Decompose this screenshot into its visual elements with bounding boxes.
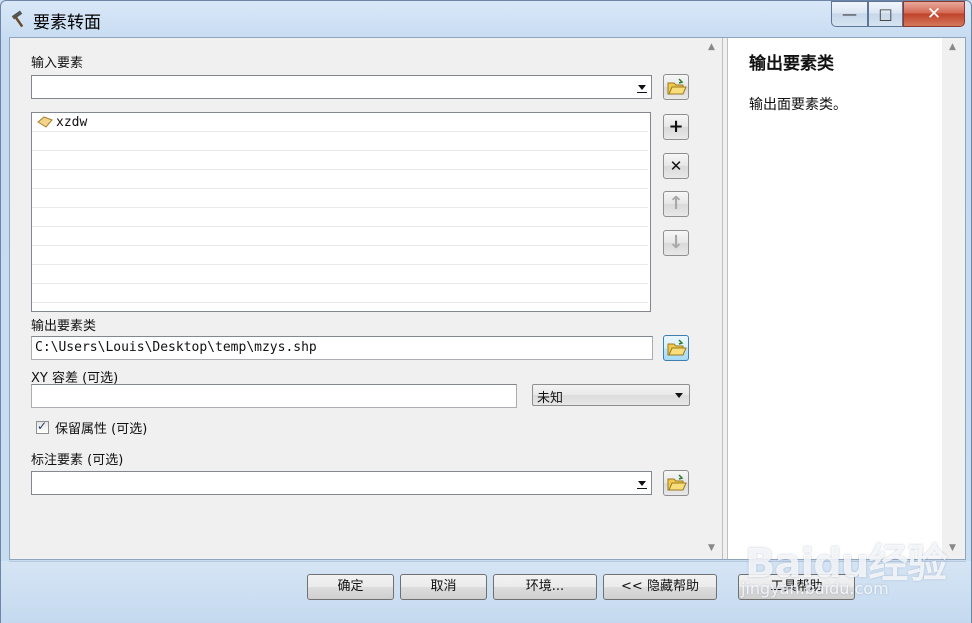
input-features-list[interactable]: xzdw: [31, 112, 651, 312]
chevron-down-icon[interactable]: [633, 472, 651, 494]
parameters-scrollbar[interactable]: ▲ ▼: [704, 38, 721, 559]
chevron-down-icon: [675, 393, 683, 398]
list-item[interactable]: [32, 246, 648, 265]
preserve-attributes-checkbox[interactable]: ✓: [36, 419, 49, 434]
label-features-label: 标注要素 (可选): [31, 453, 124, 468]
dialog-client-area: 输入要素 xzdw + ✕ ↑ ↓ 输出要素类 C:\Users\Louis\D…: [9, 37, 966, 560]
hammer-icon: [11, 10, 24, 28]
help-title: 输出要素类: [749, 54, 834, 74]
list-item-label: xzdw: [56, 115, 88, 130]
scroll-up-icon[interactable]: ▲: [949, 42, 956, 52]
watermark: Baidu经验 jingyan.baidu.com: [741, 513, 971, 613]
list-item[interactable]: [32, 189, 648, 208]
list-item[interactable]: [32, 265, 648, 284]
xy-unit-value: 未知: [537, 391, 564, 406]
list-item[interactable]: [32, 170, 648, 189]
move-up-button[interactable]: ↑: [663, 191, 689, 217]
list-item[interactable]: xzdw: [32, 113, 648, 132]
open-folder-icon: [667, 474, 687, 491]
list-item[interactable]: [32, 132, 648, 151]
scroll-up-icon[interactable]: ▲: [708, 42, 715, 52]
help-scrollbar[interactable]: ▲ ▼: [942, 38, 965, 559]
cancel-button[interactable]: 取消: [400, 574, 487, 600]
minimize-button[interactable]: —: [831, 1, 868, 27]
list-item[interactable]: [32, 208, 648, 227]
open-folder-icon: [667, 78, 687, 95]
output-features-field[interactable]: C:\Users\Louis\Desktop\temp\mzys.shp: [31, 336, 653, 360]
label-features-combo[interactable]: [31, 471, 652, 495]
watermark-url: jingyan.baidu.com: [741, 579, 889, 598]
plus-icon: +: [668, 116, 684, 137]
move-down-button[interactable]: ↓: [663, 230, 689, 256]
browse-input-button[interactable]: [663, 74, 689, 100]
list-item[interactable]: [32, 227, 648, 246]
checkmark-icon: ✓: [37, 419, 48, 433]
add-button[interactable]: +: [663, 114, 689, 140]
open-folder-icon: [667, 339, 687, 356]
parameters-panel: 输入要素 xzdw + ✕ ↑ ↓ 输出要素类 C:\Users\Louis\D…: [10, 38, 722, 559]
minimize-icon: —: [842, 5, 857, 23]
browse-output-button[interactable]: [663, 335, 689, 361]
window-title: 要素转面: [33, 13, 101, 33]
hide-help-button[interactable]: << 隐藏帮助: [603, 574, 717, 600]
input-features-label: 输入要素: [31, 56, 84, 71]
xy-tolerance-unit-select[interactable]: 未知: [532, 384, 690, 406]
environments-button[interactable]: 环境...: [493, 574, 597, 600]
close-icon: ✕: [926, 4, 942, 24]
help-description: 输出面要素类。: [749, 97, 847, 113]
scroll-down-icon[interactable]: ▼: [708, 543, 715, 553]
maximize-button[interactable]: □: [868, 1, 903, 27]
tool-dialog-window: 要素转面 — □ ✕ 输入要素 xzdw + ✕ ↑ ↓ 输出要素类 C:\Us…: [0, 0, 972, 623]
chevron-down-icon[interactable]: [633, 76, 651, 98]
ok-button[interactable]: 确定: [307, 574, 394, 600]
preserve-attributes-label: 保留属性 (可选): [55, 422, 148, 437]
close-button[interactable]: ✕: [903, 1, 965, 27]
remove-button[interactable]: ✕: [663, 153, 689, 179]
arrow-up-icon: ↑: [668, 193, 684, 214]
arrow-down-icon: ↓: [668, 232, 684, 253]
input-features-combo[interactable]: [31, 75, 652, 99]
maximize-icon: □: [878, 5, 893, 23]
list-item[interactable]: [32, 151, 648, 170]
help-panel: 输出要素类 输出面要素类。: [728, 38, 942, 559]
title-bar[interactable]: 要素转面: [1, 1, 971, 37]
browse-label-button[interactable]: [663, 470, 689, 496]
output-features-label: 输出要素类: [31, 319, 97, 334]
polygon-layer-icon: [37, 116, 53, 128]
x-icon: ✕: [669, 157, 683, 175]
xy-tolerance-field[interactable]: [31, 384, 517, 408]
list-item[interactable]: [32, 284, 648, 303]
